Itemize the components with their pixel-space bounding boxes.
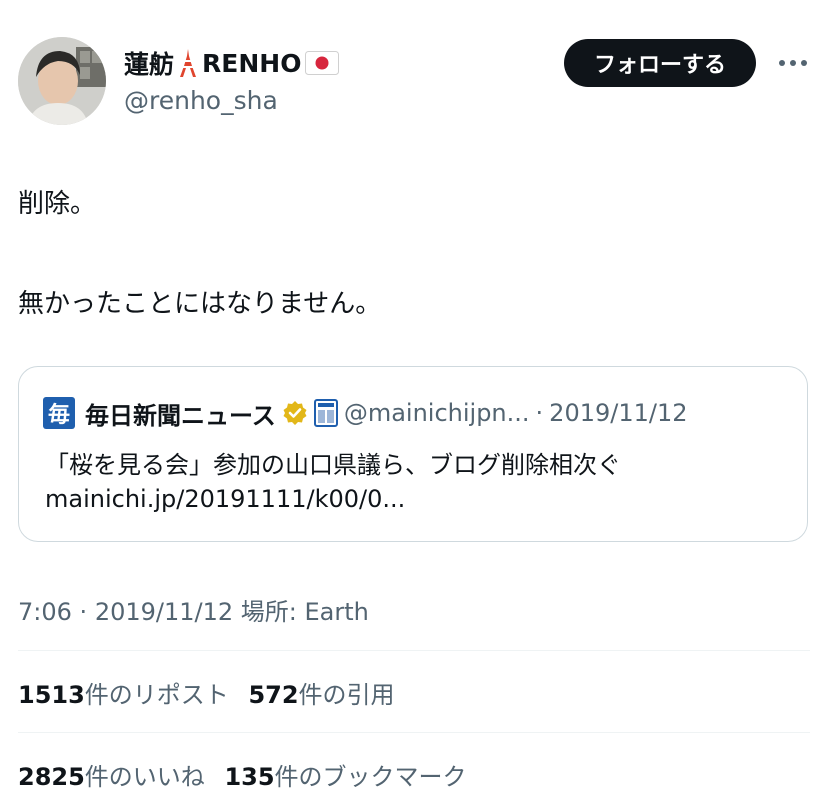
likes-label: 件のいいね xyxy=(84,763,205,791)
display-name-latin: RENHO xyxy=(202,48,302,78)
quoted-separator: · xyxy=(535,399,544,427)
reposts-label: 件のリポスト xyxy=(84,681,229,709)
bookmarks-count: 135 xyxy=(224,763,275,791)
bookmarks-stat[interactable]: 135件のブックマーク xyxy=(224,763,466,791)
quotes-stat[interactable]: 572件の引用 xyxy=(248,681,394,709)
tweet-meta: 7:06 · 2019/11/12 場所: Earth xyxy=(18,592,369,627)
tweet-time[interactable]: 7:06 xyxy=(18,598,72,626)
quotes-label: 件の引用 xyxy=(298,681,395,709)
quoted-tweet-link[interactable]: mainichi.jp/20191111/k00/0... xyxy=(45,485,405,513)
reposts-stat[interactable]: 1513件のリポスト xyxy=(18,681,229,709)
quoted-tweet-header: 毎 毎日新聞ニュース @mainichijpn... · 2019/11/12 xyxy=(43,395,688,431)
quoted-tweet-text: 「桜を見る会」参加の山口県議ら、ブログ削除相次ぐ xyxy=(45,451,621,479)
quoted-date: 2019/11/12 xyxy=(549,399,688,427)
avatar-photo xyxy=(18,37,106,125)
tweet-location: 場所: Earth xyxy=(240,598,369,626)
quoted-handle: @mainichijpn... xyxy=(343,399,530,427)
reposts-count: 1513 xyxy=(18,681,85,709)
mainichi-logo-icon: 毎 xyxy=(43,397,75,429)
stats-row-likes: 2825件のいいね 135件のブックマーク xyxy=(18,757,479,792)
divider xyxy=(18,732,810,733)
follow-button[interactable]: フォローする xyxy=(564,39,756,87)
user-handle[interactable]: @renho_sha xyxy=(124,86,278,115)
meta-separator: · xyxy=(79,598,88,626)
display-name-row[interactable]: 蓮舫 RENHO xyxy=(124,46,340,80)
quoted-source-name: 毎日新聞ニュース xyxy=(85,401,276,430)
japan-flag-icon xyxy=(305,51,340,75)
avatar[interactable] xyxy=(18,37,106,125)
likes-count: 2825 xyxy=(18,763,85,791)
likes-stat[interactable]: 2825件のいいね xyxy=(18,763,205,791)
bookmarks-label: 件のブックマーク xyxy=(274,763,467,791)
more-options-icon[interactable] xyxy=(776,48,810,78)
tweet-text-line: 削除。 xyxy=(18,189,97,219)
quoted-tweet-card[interactable]: 毎 毎日新聞ニュース @mainichijpn... · 2019/11/12 … xyxy=(18,366,808,542)
tweet-text-line: 無かったことにはなりません。 xyxy=(18,289,382,319)
mainichi-affiliate-badge-icon xyxy=(313,399,338,427)
stats-row-reposts: 1513件のリポスト 572件の引用 xyxy=(18,675,407,710)
quotes-count: 572 xyxy=(248,681,299,709)
display-name: 蓮舫 xyxy=(124,50,175,79)
tweet-date[interactable]: 2019/11/12 xyxy=(95,598,233,626)
divider xyxy=(18,650,810,651)
verified-badge-icon xyxy=(282,400,308,426)
tokyo-tower-icon xyxy=(178,48,198,78)
